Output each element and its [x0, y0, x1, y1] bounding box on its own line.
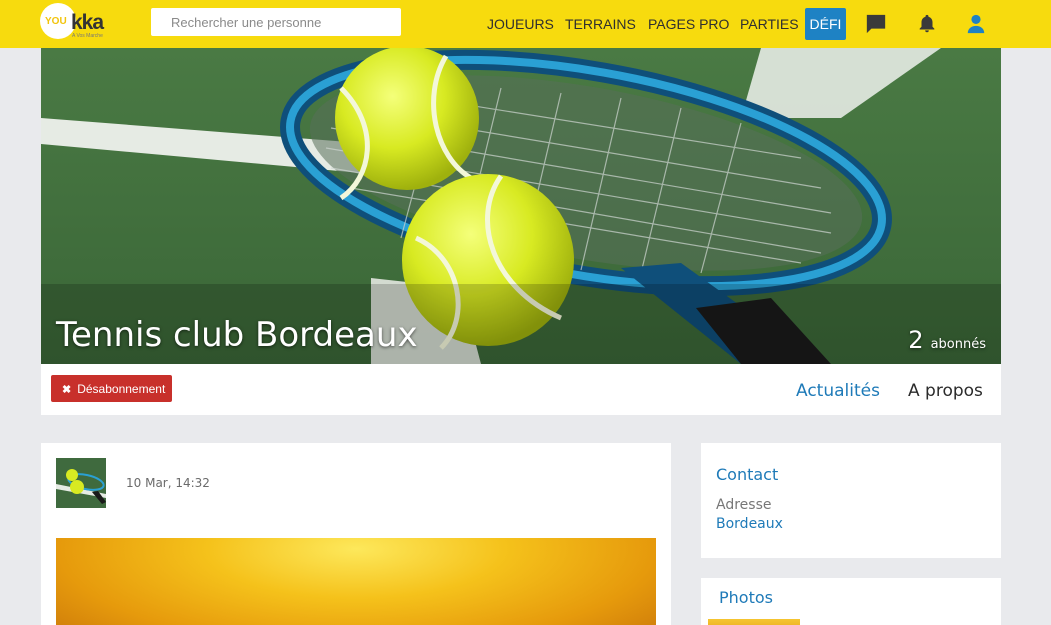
- page-title: Tennis club Bordeaux: [56, 315, 418, 355]
- logo-kka-text: kka: [71, 11, 104, 34]
- user-icon[interactable]: [965, 13, 987, 35]
- address-label: Adresse: [716, 497, 772, 513]
- search-input[interactable]: [151, 8, 401, 36]
- nav-defi-button[interactable]: DÉFI: [805, 8, 846, 40]
- avatar[interactable]: [56, 458, 106, 508]
- logo-tagline: A Vos Marche: [72, 33, 103, 39]
- nav-joueurs[interactable]: JOUEURS: [487, 16, 554, 32]
- top-navbar: YOU kka A Vos Marche JOUEURS TERRAINS PA…: [0, 0, 1051, 48]
- photos-card: Photos: [701, 578, 1001, 625]
- logo-you-text: YOU: [45, 16, 67, 27]
- contact-card: Contact Adresse Bordeaux: [701, 443, 1001, 558]
- post-timestamp: 10 Mar, 14:32: [126, 476, 210, 490]
- followers-count: 2 abonnés: [908, 326, 986, 354]
- tab-a-propos[interactable]: A propos: [908, 381, 983, 401]
- cover-image: Tennis club Bordeaux 2 abonnés: [41, 48, 1001, 364]
- followers-label: abonnés: [930, 337, 986, 352]
- nav-pages-pro[interactable]: PAGES PRO: [648, 16, 729, 32]
- page-tabbar: ✖ Désabonnement Actualités A propos: [41, 364, 1001, 415]
- close-icon: ✖: [62, 383, 72, 396]
- photos-title: Photos: [719, 588, 773, 607]
- address-link[interactable]: Bordeaux: [716, 516, 783, 532]
- contact-title: Contact: [716, 465, 779, 484]
- bell-icon[interactable]: [916, 13, 938, 35]
- chat-icon[interactable]: [865, 13, 887, 35]
- photo-thumbnail[interactable]: [708, 619, 800, 625]
- unsubscribe-button[interactable]: ✖ Désabonnement: [51, 375, 172, 402]
- youkka-logo[interactable]: YOU kka A Vos Marche: [40, 3, 104, 43]
- nav-terrains[interactable]: TERRAINS: [565, 16, 636, 32]
- post-image[interactable]: [56, 538, 656, 625]
- unsubscribe-label: Désabonnement: [77, 381, 166, 396]
- followers-number: 2: [908, 326, 924, 354]
- post-card: 10 Mar, 14:32: [41, 443, 671, 625]
- tab-actualites[interactable]: Actualités: [796, 381, 880, 401]
- tennis-avatar-image: [56, 458, 106, 508]
- nav-parties[interactable]: PARTIES: [740, 16, 799, 32]
